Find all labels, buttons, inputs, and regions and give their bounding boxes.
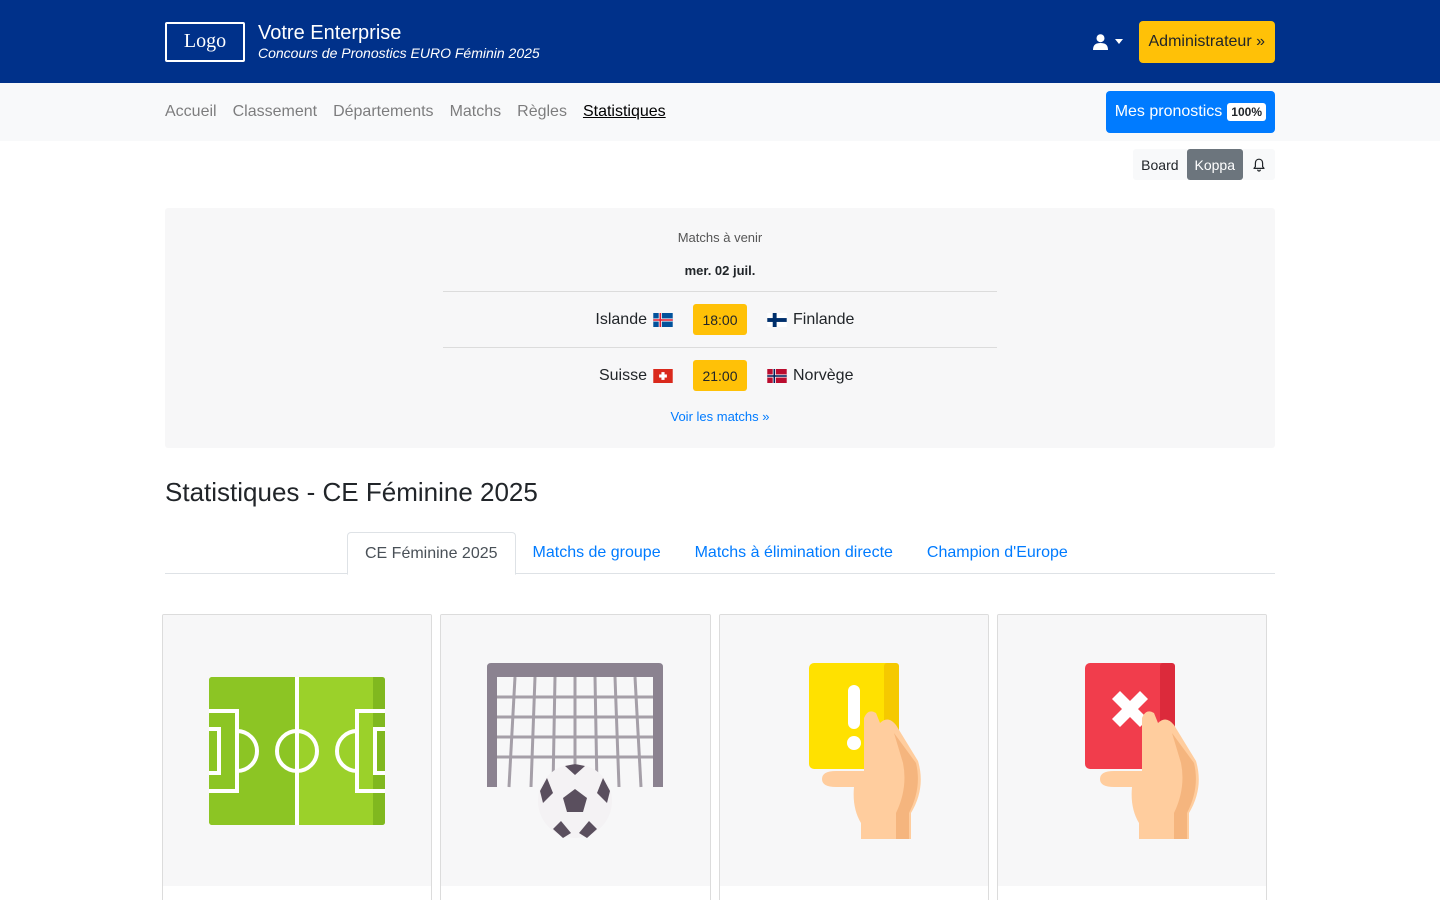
- stats-tabs: CE Féminine 2025 Matchs de groupe Matchs…: [165, 532, 1275, 575]
- chevron-down-icon: [1114, 39, 1123, 44]
- voir-matchs-link[interactable]: Voir les matchs »: [671, 409, 770, 424]
- upcoming-matches-panel: Matchs à venir mer. 02 juil. Islande 18:…: [165, 208, 1275, 448]
- admin-button[interactable]: Administrateur »: [1138, 20, 1275, 63]
- yellow-card-icon: [808, 662, 921, 839]
- match-row[interactable]: Islande 18:00 Finlande: [443, 291, 997, 347]
- nav-item-matchs[interactable]: Matchs: [450, 103, 502, 121]
- football-pitch-icon: [209, 676, 386, 825]
- view-toolbar: Board Koppa: [165, 141, 1275, 208]
- nav-item-statistiques[interactable]: Statistiques: [583, 103, 666, 121]
- page-title: Statistiques - CE Féminine 2025: [165, 477, 538, 507]
- goal-net-ball-icon: [487, 662, 664, 838]
- bell-icon: [1253, 158, 1265, 172]
- brand: Votre Enterprise Concours de Pronostics …: [258, 22, 540, 62]
- nav-item-regles[interactable]: Règles: [517, 103, 567, 121]
- red-card-icon: [1084, 662, 1199, 839]
- finland-flag-icon: [767, 312, 787, 327]
- home-team: Suisse: [598, 366, 647, 384]
- mes-pronostics-label: Mes pronostics: [1114, 103, 1223, 120]
- nav-item-classement[interactable]: Classement: [233, 103, 317, 121]
- stat-card-yellow-cards[interactable]: [718, 614, 989, 900]
- stat-card-goals[interactable]: [440, 614, 711, 900]
- match-list: Islande 18:00 Finlande Suisse 21:00 Norv…: [443, 291, 997, 403]
- tab-matchs-de-groupe[interactable]: Matchs de groupe: [516, 532, 678, 574]
- upcoming-title: Matchs à venir: [677, 230, 763, 245]
- match-date: mer. 02 juil.: [684, 263, 756, 278]
- tab-elimination-directe[interactable]: Matchs à élimination directe: [678, 532, 910, 574]
- logo[interactable]: Logo: [165, 21, 245, 62]
- brand-name: Votre Enterprise: [258, 21, 402, 44]
- completion-badge: 100%: [1227, 103, 1266, 121]
- stat-card-red-cards[interactable]: [996, 614, 1267, 900]
- stat-cards: [162, 614, 1275, 900]
- tab-ce-feminine-2025[interactable]: CE Féminine 2025: [347, 532, 516, 575]
- stat-card-pitch[interactable]: [162, 614, 433, 900]
- tab-champion-europe[interactable]: Champion d'Europe: [910, 532, 1085, 574]
- nav-item-accueil[interactable]: Accueil: [165, 103, 217, 121]
- switzerland-flag-icon: [653, 368, 673, 383]
- away-team: Finlande: [793, 310, 855, 328]
- brand-subtitle: Concours de Pronostics EURO Féminin 2025: [258, 44, 540, 61]
- iceland-flag-icon: [653, 312, 673, 327]
- user-menu-toggle[interactable]: [1092, 33, 1123, 50]
- board-button[interactable]: Board: [1133, 149, 1187, 180]
- top-header: Logo Votre Enterprise Concours de Pronos…: [0, 0, 1440, 83]
- match-time: 18:00: [693, 304, 747, 335]
- match-row[interactable]: Suisse 21:00 Norvège: [443, 347, 997, 403]
- main-nav: Accueil Classement Départements Matchs R…: [0, 83, 1440, 141]
- nav-item-departements[interactable]: Départements: [333, 103, 434, 121]
- notifications-button[interactable]: [1243, 149, 1275, 180]
- away-team: Norvège: [793, 366, 854, 384]
- koppa-button[interactable]: Koppa: [1186, 149, 1243, 180]
- norway-flag-icon: [767, 368, 787, 383]
- user-icon: [1092, 33, 1108, 50]
- mes-pronostics-button[interactable]: Mes pronostics 100%: [1105, 91, 1275, 133]
- home-team: Islande: [595, 310, 647, 328]
- match-time: 21:00: [693, 360, 747, 391]
